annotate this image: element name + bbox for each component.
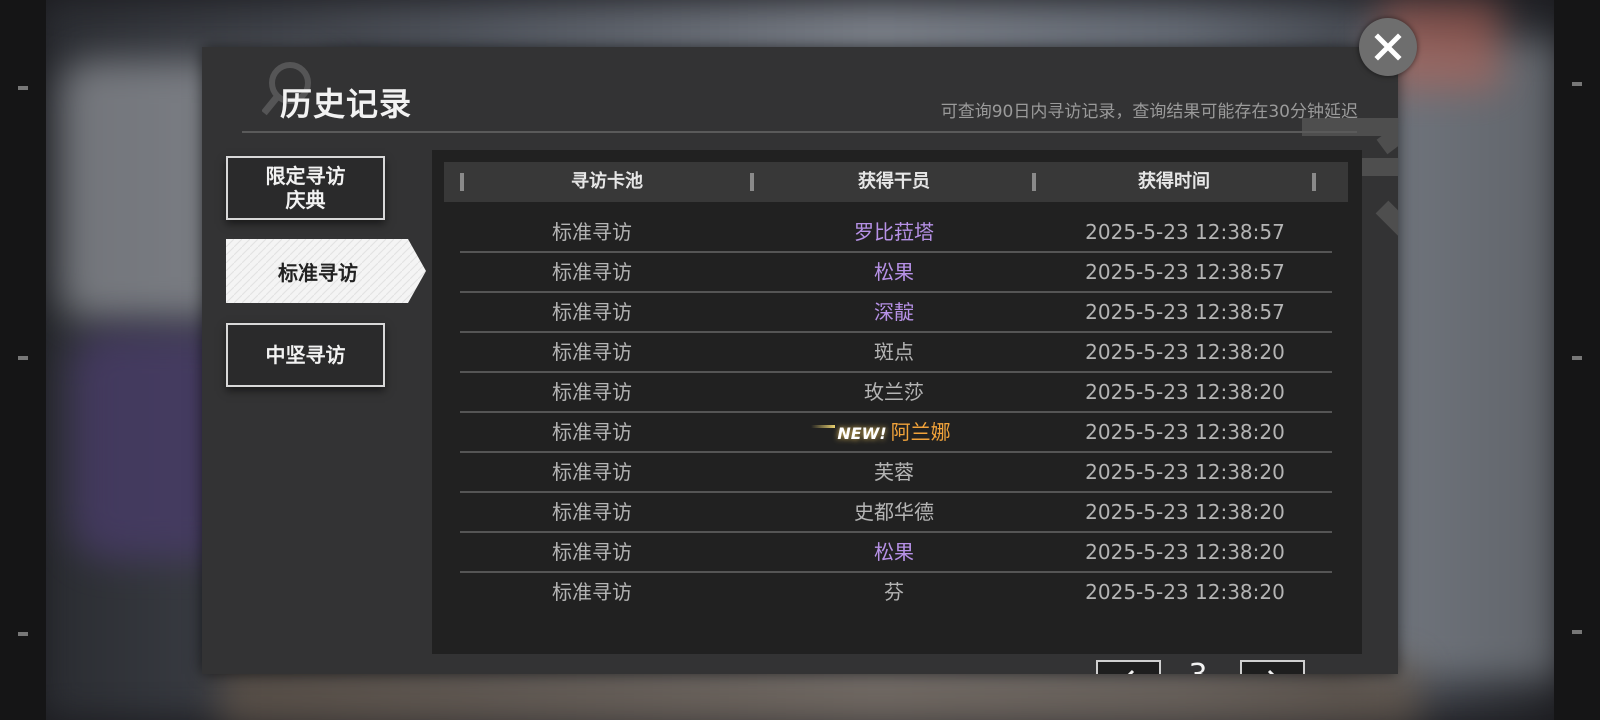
column-header-operator: 获得干员 <box>858 171 930 192</box>
table-row: 标准寻访 罗比菈塔 2025-5-23 12:38:57 <box>460 213 1332 253</box>
cell-operator: 斑点 <box>874 340 914 364</box>
page-title: 历史记录 <box>280 85 413 123</box>
prev-page-button[interactable] <box>1096 660 1161 674</box>
table-row: 标准寻访 芙蓉 2025-5-23 12:38:20 <box>460 453 1332 493</box>
column-header-pool: 寻访卡池 <box>571 171 643 192</box>
cell-pool: 标准寻访 <box>552 580 632 604</box>
cell-pool: 标准寻访 <box>552 340 632 364</box>
table-header: 寻访卡池 获得干员 获得时间 <box>444 162 1348 202</box>
chevron-right-icon <box>1267 669 1274 674</box>
tab-standard-label: 标准寻访 <box>278 260 358 285</box>
cell-time: 2025-5-23 12:38:20 <box>1085 540 1285 564</box>
cell-time: 2025-5-23 12:38:57 <box>1085 300 1285 324</box>
column-header-time: 获得时间 <box>1138 171 1210 192</box>
cell-time: 2025-5-23 12:38:20 <box>1085 580 1285 604</box>
cell-pool: 标准寻访 <box>552 460 632 484</box>
tab-core-banner[interactable]: 中坚寻访 <box>226 323 385 387</box>
cell-pool: 标准寻访 <box>552 500 632 524</box>
cell-time: 2025-5-23 12:38:20 <box>1085 340 1285 364</box>
table-body: 标准寻访 罗比菈塔 2025-5-23 12:38:57 标准寻访 松果 202… <box>460 213 1332 611</box>
cell-time: 2025-5-23 12:38:20 <box>1085 500 1285 524</box>
cell-operator: 深靛 <box>874 300 914 324</box>
table-row: 标准寻访 松果 2025-5-23 12:38:20 <box>460 533 1332 573</box>
history-panel: 历史记录 可查询90日内寻访记录，查询结果可能存在30分钟延迟 限定寻访 庆典 … <box>202 47 1398 674</box>
table-row: 标准寻访 松果 2025-5-23 12:38:57 <box>460 253 1332 293</box>
cell-pool: 标准寻访 <box>552 260 632 284</box>
cell-time: 2025-5-23 12:38:57 <box>1085 260 1285 284</box>
cell-pool: 标准寻访 <box>552 300 632 324</box>
close-icon <box>1374 33 1402 61</box>
cell-time: 2025-5-23 12:38:20 <box>1085 420 1285 444</box>
cell-time: 2025-5-23 12:38:57 <box>1085 220 1285 244</box>
cell-operator: 芬 <box>884 580 904 604</box>
tab-limited-banner[interactable]: 限定寻访 庆典 <box>226 156 385 220</box>
cell-operator: 罗比菈塔 <box>854 220 934 244</box>
cell-operator: 松果 <box>874 540 914 564</box>
chevron-left-icon <box>1127 669 1134 674</box>
left-frame <box>0 0 46 720</box>
next-page-button[interactable] <box>1240 660 1305 674</box>
page-number: 3 <box>1168 658 1228 674</box>
cell-pool: 标准寻访 <box>552 420 632 444</box>
cell-operator: 松果 <box>874 260 914 284</box>
cell-operator: 史都华德 <box>854 500 934 524</box>
cell-time: 2025-5-23 12:38:20 <box>1085 460 1285 484</box>
title-divider <box>242 131 1357 133</box>
close-button[interactable] <box>1359 18 1417 76</box>
cell-operator-new: NEW! 阿兰娜 <box>750 413 1038 451</box>
cell-operator: 芙蓉 <box>874 460 914 484</box>
cell-operator: 玫兰莎 <box>864 380 924 404</box>
cell-pool: 标准寻访 <box>552 540 632 564</box>
tab-standard-banner[interactable]: 标准寻访 <box>226 239 427 303</box>
table-row: 标准寻访 斑点 2025-5-23 12:38:20 <box>460 333 1332 373</box>
new-badge: NEW! <box>811 415 887 453</box>
operator-name: 阿兰娜 <box>890 420 951 444</box>
cell-pool: 标准寻访 <box>552 220 632 244</box>
table-row: 标准寻访 深靛 2025-5-23 12:38:57 <box>460 293 1332 333</box>
right-frame <box>1554 0 1600 720</box>
cell-time: 2025-5-23 12:38:20 <box>1085 380 1285 404</box>
query-hint: 可查询90日内寻访记录，查询结果可能存在30分钟延迟 <box>940 102 1358 122</box>
table-row: 标准寻访 芬 2025-5-23 12:38:20 <box>460 573 1332 611</box>
table-row: 标准寻访 NEW! 阿兰娜 2025-5-23 12:38:20 <box>460 413 1332 453</box>
table-row: 标准寻访 玫兰莎 2025-5-23 12:38:20 <box>460 373 1332 413</box>
cell-pool: 标准寻访 <box>552 380 632 404</box>
history-table: 寻访卡池 获得干员 获得时间 标准寻访 罗比菈塔 2025-5-23 12:38… <box>432 150 1362 674</box>
table-row: 标准寻访 史都华德 2025-5-23 12:38:20 <box>460 493 1332 533</box>
